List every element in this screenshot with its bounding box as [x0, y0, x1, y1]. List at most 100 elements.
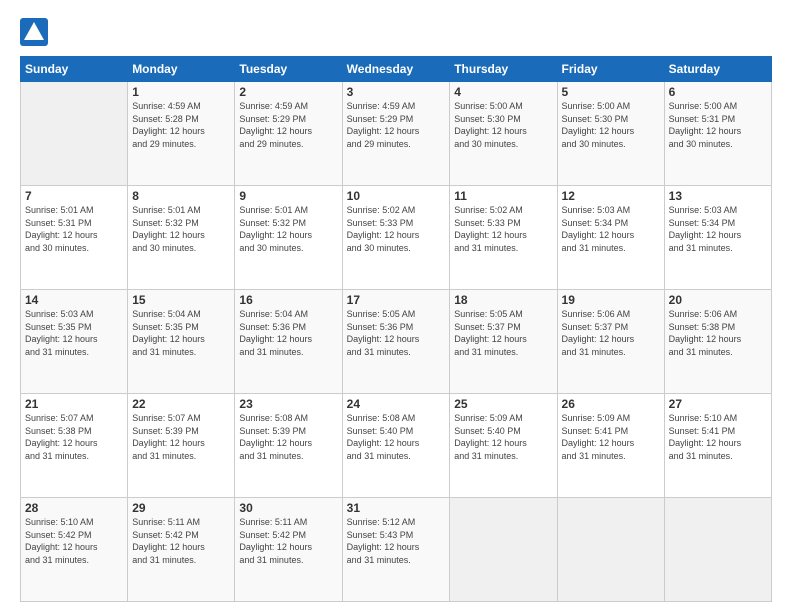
day-info: Sunrise: 5:04 AM Sunset: 5:35 PM Dayligh… [132, 308, 230, 358]
calendar-cell: 28Sunrise: 5:10 AM Sunset: 5:42 PM Dayli… [21, 498, 128, 602]
day-info: Sunrise: 5:11 AM Sunset: 5:42 PM Dayligh… [239, 516, 337, 566]
calendar-cell: 29Sunrise: 5:11 AM Sunset: 5:42 PM Dayli… [128, 498, 235, 602]
logo-icon [20, 18, 48, 46]
day-info: Sunrise: 5:10 AM Sunset: 5:42 PM Dayligh… [25, 516, 123, 566]
weekday-header-tuesday: Tuesday [235, 57, 342, 82]
weekday-header-sunday: Sunday [21, 57, 128, 82]
calendar-cell: 31Sunrise: 5:12 AM Sunset: 5:43 PM Dayli… [342, 498, 450, 602]
day-number: 5 [562, 85, 660, 99]
day-info: Sunrise: 4:59 AM Sunset: 5:29 PM Dayligh… [239, 100, 337, 150]
day-info: Sunrise: 5:08 AM Sunset: 5:40 PM Dayligh… [347, 412, 446, 462]
day-number: 19 [562, 293, 660, 307]
calendar-cell: 12Sunrise: 5:03 AM Sunset: 5:34 PM Dayli… [557, 186, 664, 290]
day-number: 17 [347, 293, 446, 307]
day-number: 15 [132, 293, 230, 307]
day-number: 6 [669, 85, 767, 99]
day-info: Sunrise: 5:01 AM Sunset: 5:32 PM Dayligh… [132, 204, 230, 254]
day-info: Sunrise: 5:02 AM Sunset: 5:33 PM Dayligh… [454, 204, 552, 254]
day-number: 1 [132, 85, 230, 99]
day-number: 3 [347, 85, 446, 99]
calendar-cell: 18Sunrise: 5:05 AM Sunset: 5:37 PM Dayli… [450, 290, 557, 394]
calendar-cell: 30Sunrise: 5:11 AM Sunset: 5:42 PM Dayli… [235, 498, 342, 602]
day-number: 26 [562, 397, 660, 411]
calendar-cell: 22Sunrise: 5:07 AM Sunset: 5:39 PM Dayli… [128, 394, 235, 498]
day-info: Sunrise: 5:04 AM Sunset: 5:36 PM Dayligh… [239, 308, 337, 358]
calendar-cell: 25Sunrise: 5:09 AM Sunset: 5:40 PM Dayli… [450, 394, 557, 498]
calendar-cell: 8Sunrise: 5:01 AM Sunset: 5:32 PM Daylig… [128, 186, 235, 290]
calendar-cell: 2Sunrise: 4:59 AM Sunset: 5:29 PM Daylig… [235, 82, 342, 186]
calendar-cell: 7Sunrise: 5:01 AM Sunset: 5:31 PM Daylig… [21, 186, 128, 290]
day-number: 9 [239, 189, 337, 203]
day-number: 4 [454, 85, 552, 99]
day-number: 29 [132, 501, 230, 515]
calendar-cell: 20Sunrise: 5:06 AM Sunset: 5:38 PM Dayli… [664, 290, 771, 394]
day-number: 18 [454, 293, 552, 307]
day-info: Sunrise: 5:03 AM Sunset: 5:35 PM Dayligh… [25, 308, 123, 358]
day-info: Sunrise: 5:00 AM Sunset: 5:30 PM Dayligh… [454, 100, 552, 150]
day-number: 12 [562, 189, 660, 203]
weekday-header-row: SundayMondayTuesdayWednesdayThursdayFrid… [21, 57, 772, 82]
day-info: Sunrise: 5:03 AM Sunset: 5:34 PM Dayligh… [562, 204, 660, 254]
week-row-3: 21Sunrise: 5:07 AM Sunset: 5:38 PM Dayli… [21, 394, 772, 498]
day-info: Sunrise: 5:06 AM Sunset: 5:37 PM Dayligh… [562, 308, 660, 358]
day-number: 20 [669, 293, 767, 307]
day-info: Sunrise: 5:10 AM Sunset: 5:41 PM Dayligh… [669, 412, 767, 462]
calendar-cell: 10Sunrise: 5:02 AM Sunset: 5:33 PM Dayli… [342, 186, 450, 290]
calendar-cell [557, 498, 664, 602]
calendar-cell: 15Sunrise: 5:04 AM Sunset: 5:35 PM Dayli… [128, 290, 235, 394]
day-number: 16 [239, 293, 337, 307]
weekday-header-monday: Monday [128, 57, 235, 82]
calendar-cell: 11Sunrise: 5:02 AM Sunset: 5:33 PM Dayli… [450, 186, 557, 290]
calendar-table: SundayMondayTuesdayWednesdayThursdayFrid… [20, 56, 772, 602]
day-info: Sunrise: 5:11 AM Sunset: 5:42 PM Dayligh… [132, 516, 230, 566]
day-info: Sunrise: 5:05 AM Sunset: 5:37 PM Dayligh… [454, 308, 552, 358]
weekday-header-saturday: Saturday [664, 57, 771, 82]
calendar-cell [21, 82, 128, 186]
logo [20, 18, 52, 46]
weekday-header-thursday: Thursday [450, 57, 557, 82]
day-number: 25 [454, 397, 552, 411]
day-number: 10 [347, 189, 446, 203]
day-info: Sunrise: 5:06 AM Sunset: 5:38 PM Dayligh… [669, 308, 767, 358]
day-info: Sunrise: 5:00 AM Sunset: 5:30 PM Dayligh… [562, 100, 660, 150]
calendar-cell: 13Sunrise: 5:03 AM Sunset: 5:34 PM Dayli… [664, 186, 771, 290]
day-number: 22 [132, 397, 230, 411]
day-number: 11 [454, 189, 552, 203]
week-row-4: 28Sunrise: 5:10 AM Sunset: 5:42 PM Dayli… [21, 498, 772, 602]
day-number: 13 [669, 189, 767, 203]
calendar-cell: 23Sunrise: 5:08 AM Sunset: 5:39 PM Dayli… [235, 394, 342, 498]
calendar-cell: 9Sunrise: 5:01 AM Sunset: 5:32 PM Daylig… [235, 186, 342, 290]
calendar-cell [450, 498, 557, 602]
calendar-cell: 6Sunrise: 5:00 AM Sunset: 5:31 PM Daylig… [664, 82, 771, 186]
day-info: Sunrise: 5:05 AM Sunset: 5:36 PM Dayligh… [347, 308, 446, 358]
day-number: 23 [239, 397, 337, 411]
calendar-cell: 14Sunrise: 5:03 AM Sunset: 5:35 PM Dayli… [21, 290, 128, 394]
calendar-cell: 24Sunrise: 5:08 AM Sunset: 5:40 PM Dayli… [342, 394, 450, 498]
calendar-cell: 4Sunrise: 5:00 AM Sunset: 5:30 PM Daylig… [450, 82, 557, 186]
header [20, 18, 772, 46]
day-info: Sunrise: 5:09 AM Sunset: 5:40 PM Dayligh… [454, 412, 552, 462]
weekday-header-friday: Friday [557, 57, 664, 82]
week-row-0: 1Sunrise: 4:59 AM Sunset: 5:28 PM Daylig… [21, 82, 772, 186]
day-number: 31 [347, 501, 446, 515]
calendar-cell: 16Sunrise: 5:04 AM Sunset: 5:36 PM Dayli… [235, 290, 342, 394]
day-number: 8 [132, 189, 230, 203]
day-info: Sunrise: 5:03 AM Sunset: 5:34 PM Dayligh… [669, 204, 767, 254]
day-info: Sunrise: 4:59 AM Sunset: 5:29 PM Dayligh… [347, 100, 446, 150]
day-info: Sunrise: 5:07 AM Sunset: 5:38 PM Dayligh… [25, 412, 123, 462]
day-info: Sunrise: 5:07 AM Sunset: 5:39 PM Dayligh… [132, 412, 230, 462]
page: SundayMondayTuesdayWednesdayThursdayFrid… [0, 0, 792, 612]
calendar-cell: 1Sunrise: 4:59 AM Sunset: 5:28 PM Daylig… [128, 82, 235, 186]
day-number: 24 [347, 397, 446, 411]
day-number: 30 [239, 501, 337, 515]
day-number: 14 [25, 293, 123, 307]
day-number: 2 [239, 85, 337, 99]
day-number: 28 [25, 501, 123, 515]
week-row-2: 14Sunrise: 5:03 AM Sunset: 5:35 PM Dayli… [21, 290, 772, 394]
week-row-1: 7Sunrise: 5:01 AM Sunset: 5:31 PM Daylig… [21, 186, 772, 290]
day-info: Sunrise: 5:12 AM Sunset: 5:43 PM Dayligh… [347, 516, 446, 566]
day-number: 7 [25, 189, 123, 203]
day-info: Sunrise: 5:01 AM Sunset: 5:32 PM Dayligh… [239, 204, 337, 254]
day-info: Sunrise: 5:01 AM Sunset: 5:31 PM Dayligh… [25, 204, 123, 254]
calendar-cell [664, 498, 771, 602]
